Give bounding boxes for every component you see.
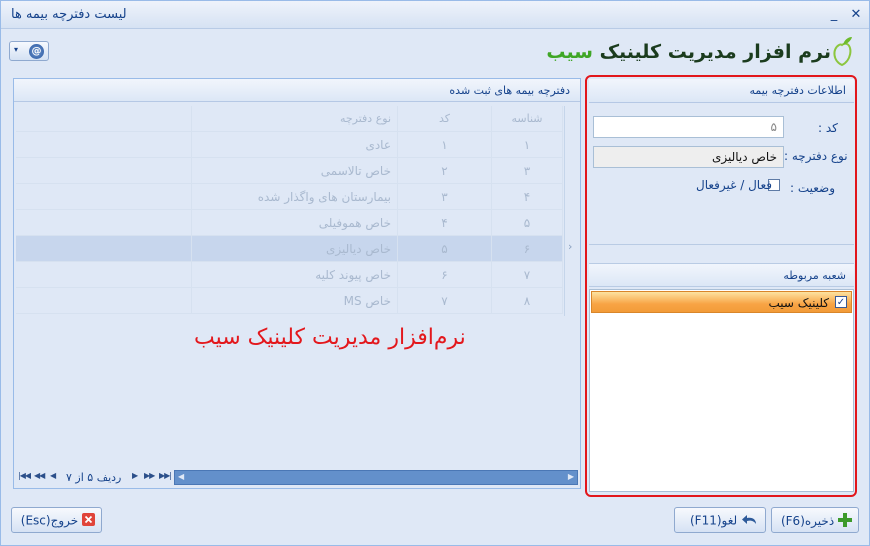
watermark-text: نرم‌افزار مدیریت کلینیک سیب [194,325,466,350]
window-title: لیست دفترچه بیمه ها [11,7,127,22]
table-cell[interactable]: ۱ [398,132,492,158]
table-cell[interactable]: بیمارستان های واگذار شده [192,184,398,210]
table-cell[interactable]: خاص MS [192,288,398,314]
table-cell[interactable]: ۶ [398,262,492,288]
branch-item-label: کلینیک سیب [768,296,829,310]
next-record-button[interactable]: ▶ [132,471,138,480]
save-button-label: ذخیره(F6) [780,514,835,528]
toolbar: ▾ @ نرم افزار مدیریت کلینیک سیب [1,29,869,75]
table-cell-empty[interactable] [16,210,192,236]
logo-brand: سیب [546,41,593,63]
grid-panel-header: دفترچه بیمه های ثبت شده [14,79,580,102]
quick-access-button[interactable]: ▾ @ [9,41,49,61]
status-label: وضعیت : [790,181,836,195]
table-cell[interactable]: ۴ [492,184,563,210]
save-button[interactable]: ذخیره(F6) [771,507,859,533]
exit-button[interactable]: خروج(Esc) [11,507,102,533]
table-cell-empty[interactable] [16,158,192,184]
grid-navigator: |◀◀ ◀◀ ◀ ردیف ۵ از ۷ ▶ ▶▶ ▶▶| ◀ ▶ [16,470,580,486]
table-cell[interactable]: ۶ [492,236,563,262]
plus-icon [838,513,852,530]
books-grid[interactable]: نوع دفترچه کد شناسه عادی ۱ ۱ خاص تالاسمی ۲ ۳ بیما… [16,106,563,316]
table-cell[interactable]: خاص هموفیلی [192,210,398,236]
scroll-right-icon[interactable]: ▶ [568,472,574,481]
book-type-field[interactable]: خاص دیالیزی [593,146,784,168]
column-header[interactable]: نوع دفترچه [192,106,398,132]
book-type-label: نوع دفترچه : [784,149,848,163]
record-position: ردیف ۵ از ۷ [66,471,122,484]
next-page-button[interactable]: ▶▶ [144,471,155,480]
logo-title: نرم افزار مدیریت کلینیک [599,41,831,63]
table-cell[interactable]: ۴ [398,210,492,236]
code-label: کد : [818,121,838,135]
table-cell[interactable]: ۷ [492,262,563,288]
first-record-button[interactable]: |◀◀ [18,471,31,480]
horizontal-scrollbar[interactable]: ◀ ▶ [174,470,578,485]
table-cell-empty[interactable] [16,262,192,288]
column-header[interactable]: شناسه [492,106,563,132]
table-cell[interactable]: ۷ [398,288,492,314]
details-header: اطلاعات دفترچه بیمه [589,79,854,103]
active-checkbox-label[interactable]: فعال / غیرفعال [696,178,772,192]
minimize-button[interactable]: _ [827,7,841,22]
chevron-down-icon: ▾ [14,45,19,54]
prev-page-button[interactable]: ◀◀ [34,471,45,480]
close-button[interactable]: ✕ [849,7,863,22]
prev-record-button[interactable]: ◀ [50,471,56,480]
table-cell[interactable]: عادی [192,132,398,158]
scroll-left-icon[interactable]: ◀ [178,472,184,481]
table-cell[interactable]: ۲ [398,158,492,184]
table-cell[interactable]: ۳ [492,158,563,184]
panel-divider [589,244,854,245]
registered-books-panel: دفترچه بیمه های ثبت شده نوع دفترچه کد شناس… [13,78,581,489]
table-cell[interactable]: ۸ [492,288,563,314]
exit-button-label: خروج(Esc) [20,513,79,528]
column-header[interactable]: کد [398,106,492,132]
row-indicator-column: › [564,106,579,316]
table-cell[interactable]: خاص پیوند کلیه [192,262,398,288]
table-cell-empty[interactable] [16,236,192,262]
branches-header: شعبه مربوطه [589,263,854,287]
title-bar[interactable]: لیست دفترچه بیمه ها _ ✕ [1,1,869,29]
code-field[interactable]: ۵ [593,116,784,138]
column-header-empty [16,106,192,132]
logo-text: نرم افزار مدیریت کلینیک سیب [546,41,831,63]
cancel-button[interactable]: لغو(F11) [674,507,766,533]
table-cell[interactable]: ۱ [492,132,563,158]
table-cell-empty[interactable] [16,184,192,210]
current-row-indicator-icon: › [568,240,573,253]
branches-list[interactable]: کلینیک سیب ✓ [589,289,854,492]
table-cell[interactable]: ۵ [398,236,492,262]
table-cell[interactable]: خاص تالاسمی [192,158,398,184]
table-cell-empty[interactable] [16,288,192,314]
table-cell[interactable]: خاص دیالیزی [192,236,398,262]
table-cell[interactable]: ۳ [398,184,492,210]
table-cell[interactable]: ۵ [492,210,563,236]
branch-item[interactable]: کلینیک سیب ✓ [591,291,852,313]
table-cell-empty[interactable] [16,132,192,158]
undo-icon [741,513,759,529]
last-record-button[interactable]: ▶▶| [159,471,172,480]
help-icon[interactable]: @ [29,44,44,59]
cancel-button-label: لغو(F11) [689,513,738,528]
close-icon [82,513,95,529]
apple-leaf-icon [833,37,852,67]
app-logo: نرم افزار مدیریت کلینیک سیب [546,35,855,71]
branch-checkbox[interactable]: ✓ [835,296,847,308]
